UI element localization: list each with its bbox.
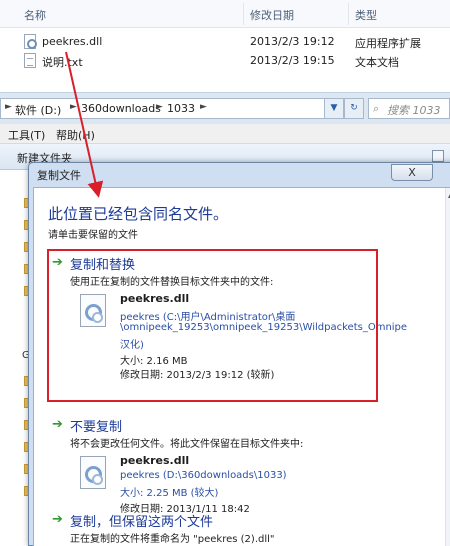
column-type-header[interactable]: 类型 [355, 7, 377, 23]
file-path: peekres (D:\360downloads\1033) [120, 470, 287, 481]
search-placeholder: 搜索 1033 [387, 104, 441, 117]
address-bar-area: ► 软件 (D:) ► 360downloads ► 1033 ► ▼ ↻ ⌕ … [0, 92, 450, 124]
file-name: peekres.dll [42, 35, 103, 48]
copy-keep-both-option[interactable]: ➔ 复制，但保留这两个文件 正在复制的文件将重命名为 "peekres (2).… [48, 511, 378, 546]
column-separator[interactable] [348, 3, 349, 25]
option-title: 复制，但保留这两个文件 [70, 515, 214, 530]
text-file-icon [24, 53, 36, 68]
dialog-title: 复制文件 [37, 169, 81, 182]
do-not-copy-option[interactable]: ➔ 不要复制 将不会更改任何文件。将此文件保留在目标文件夹中: peekres.… [48, 416, 378, 515]
menu-help[interactable]: 帮助(H) [56, 127, 95, 143]
file-name: 说明.txt [42, 56, 83, 69]
close-button[interactable]: X [391, 164, 433, 181]
file-list-header: 名称 修改日期 类型 [0, 0, 450, 28]
address-bar[interactable]: ► 软件 (D:) ► 360downloads ► 1033 ► [0, 98, 342, 119]
chevron-right-icon[interactable]: ► [200, 102, 207, 112]
file-modified: 2013/2/3 19:15 [250, 54, 335, 67]
dll-file-icon [80, 456, 106, 489]
green-arrow-icon: ➔ [52, 512, 63, 527]
file-size: 大小: 2.25 MB (较大) [120, 488, 219, 499]
breadcrumb-folder[interactable]: 360downloads [81, 102, 161, 115]
conflict-instruction: 请单击要保留的文件 [48, 230, 138, 241]
option-description: 将不会更改任何文件。将此文件保留在目标文件夹中: [70, 439, 304, 450]
file-modified: 2013/2/3 19:12 [250, 35, 335, 48]
file-type: 应用程序扩展 [355, 37, 421, 50]
option-description: 正在复制的文件将重命名为 "peekres (2).dll" [70, 534, 275, 545]
copy-file-dialog: 复制文件 X 此位置已经包含同名文件。 请单击要保留的文件 ➔ 复制和替换 使用… [28, 162, 450, 546]
breadcrumb-subfolder[interactable]: 1033 [167, 102, 195, 115]
breadcrumb-drive[interactable]: 软件 (D:) [15, 102, 61, 118]
column-modified-header[interactable]: 修改日期 [250, 7, 294, 23]
chevron-right-icon[interactable]: ► [5, 102, 12, 112]
file-type: 文本文档 [355, 56, 399, 69]
column-separator[interactable] [243, 3, 244, 25]
navigation-pane: G [0, 170, 34, 546]
scrollbar[interactable]: ▲ [445, 188, 450, 546]
green-arrow-icon: ➔ [52, 417, 63, 432]
column-name-header[interactable]: 名称 [24, 7, 46, 23]
selection-highlight-box [47, 249, 378, 402]
chevron-right-icon[interactable]: ► [70, 102, 77, 112]
dll-file-icon [24, 34, 37, 49]
history-dropdown-button[interactable]: ▼ [324, 98, 344, 119]
view-options-button[interactable] [432, 150, 444, 162]
menu-tools[interactable]: 工具(T) [8, 127, 45, 143]
menu-bar: 工具(T) 帮助(H) [0, 124, 450, 144]
search-input[interactable]: ⌕ 搜索 1033 [368, 98, 450, 119]
search-icon: ⌕ [373, 102, 380, 115]
conflict-heading: 此位置已经包含同名文件。 [48, 205, 229, 223]
file-name: peekres.dll [120, 454, 190, 467]
dialog-body: 此位置已经包含同名文件。 请单击要保留的文件 ➔ 复制和替换 使用正在复制的文件… [33, 187, 450, 546]
chevron-right-icon[interactable]: ► [156, 102, 163, 112]
option-title: 不要复制 [70, 420, 123, 435]
file-row-peekres[interactable]: peekres.dll 2013/2/3 19:12 应用程序扩展 [0, 32, 450, 52]
refresh-button[interactable]: ↻ [344, 98, 364, 119]
file-row-readme[interactable]: 说明.txt 2013/2/3 19:15 文本文档 [0, 51, 450, 71]
